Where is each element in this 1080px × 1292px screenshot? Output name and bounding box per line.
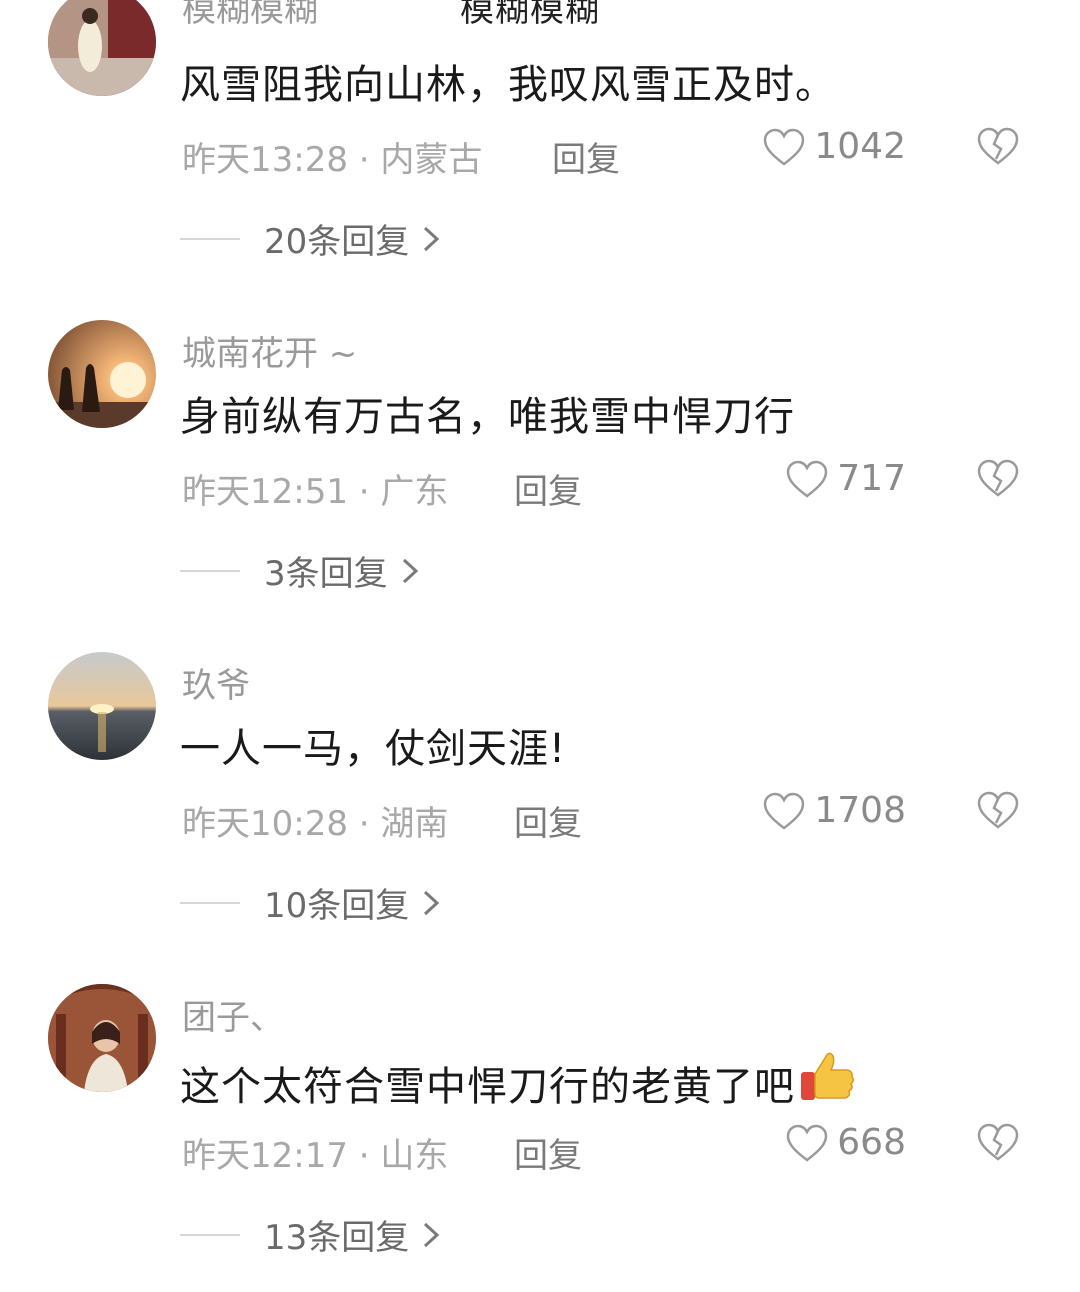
comment-text: 身前纵有万古名，唯我雪中悍刀行 (180, 394, 795, 440)
comment-item: 城南花开 ~ 身前纵有万古名，唯我雪中悍刀行 昨天12:51 · 广东 回复 7… (0, 320, 1080, 652)
heart-outline-icon (764, 792, 805, 830)
heart-outline-icon (764, 128, 805, 166)
broken-heart-icon[interactable] (976, 1122, 1020, 1162)
like-count: 1042 (814, 126, 906, 167)
divider (180, 901, 240, 904)
comment-item: 团子、 这个太符合雪中悍刀行的老黄了吧 昨天12:17 · 山东 回复 668 … (0, 984, 1080, 1292)
replies-count: 10条回复 (264, 886, 410, 926)
comment-meta: 昨天12:17 · 山东 (182, 1136, 449, 1176)
heart-outline-icon (787, 460, 828, 498)
divider (180, 1233, 240, 1236)
avatar[interactable] (48, 652, 156, 760)
username[interactable]: 城南花开 ~ (182, 326, 357, 375)
comment-text: 一人一马，仗剑天涯! (180, 726, 567, 772)
like-button[interactable]: 668 (785, 1122, 906, 1163)
view-replies[interactable]: 3条回复 (180, 546, 422, 595)
comment-text-value: 这个太符合雪中悍刀行的老黄了吧 (180, 1064, 795, 1110)
broken-heart-icon[interactable] (976, 790, 1020, 830)
like-button[interactable]: 1708 (762, 790, 906, 831)
like-count: 668 (837, 1122, 906, 1163)
avatar[interactable] (48, 320, 156, 428)
username[interactable]: 模糊模糊 (182, 0, 318, 31)
view-replies[interactable]: 13条回复 (180, 1210, 443, 1259)
username[interactable]: 玖爷 (182, 658, 250, 707)
like-count: 717 (837, 458, 906, 499)
broken-heart-icon[interactable] (976, 458, 1020, 498)
comment-meta: 昨天10:28 · 湖南 (182, 804, 449, 844)
reply-button[interactable]: 回复 (514, 1128, 582, 1177)
chevron-right-icon (402, 558, 418, 583)
comment-item: 玖爷 一人一马，仗剑天涯! 昨天10:28 · 湖南 回复 1708 10条回复 (0, 652, 1080, 984)
avatar[interactable] (48, 0, 156, 96)
replies-count: 20条回复 (264, 222, 410, 262)
view-replies[interactable]: 10条回复 (180, 878, 443, 927)
heart-outline-icon (787, 1124, 828, 1162)
like-count: 1708 (814, 790, 906, 831)
chevron-right-icon (424, 226, 440, 251)
comment-text: 这个太符合雪中悍刀行的老黄了吧 (180, 1048, 855, 1112)
comment-list: 模糊模糊 模糊模糊 风雪阻我向山林，我叹风雪正及时。 昨天13:28 · 内蒙古… (0, 0, 1080, 1292)
comment-item: 模糊模糊 风雪阻我向山林，我叹风雪正及时。 昨天13:28 · 内蒙古 回复 1… (0, 0, 1080, 320)
comment-meta: 昨天12:51 · 广东 (182, 472, 449, 512)
chevron-right-icon (424, 890, 440, 915)
divider (180, 569, 240, 572)
replies-count: 3条回复 (264, 554, 388, 594)
thumbs-up-emoji (801, 1052, 855, 1100)
comment-meta: 昨天13:28 · 内蒙古 (182, 140, 483, 180)
reply-button[interactable]: 回复 (514, 464, 582, 513)
like-button[interactable]: 1042 (762, 126, 906, 167)
broken-heart-icon[interactable] (976, 126, 1020, 166)
username[interactable]: 团子、 (182, 990, 284, 1039)
chevron-right-icon (424, 1222, 440, 1247)
avatar[interactable] (48, 984, 156, 1092)
divider (180, 237, 240, 240)
replies-count: 13条回复 (264, 1218, 410, 1258)
reply-button[interactable]: 回复 (514, 796, 582, 845)
view-replies[interactable]: 20条回复 (180, 214, 443, 263)
reply-button[interactable]: 回复 (552, 132, 620, 181)
comment-text: 风雪阻我向山林，我叹风雪正及时。 (180, 62, 836, 108)
like-button[interactable]: 717 (785, 458, 906, 499)
